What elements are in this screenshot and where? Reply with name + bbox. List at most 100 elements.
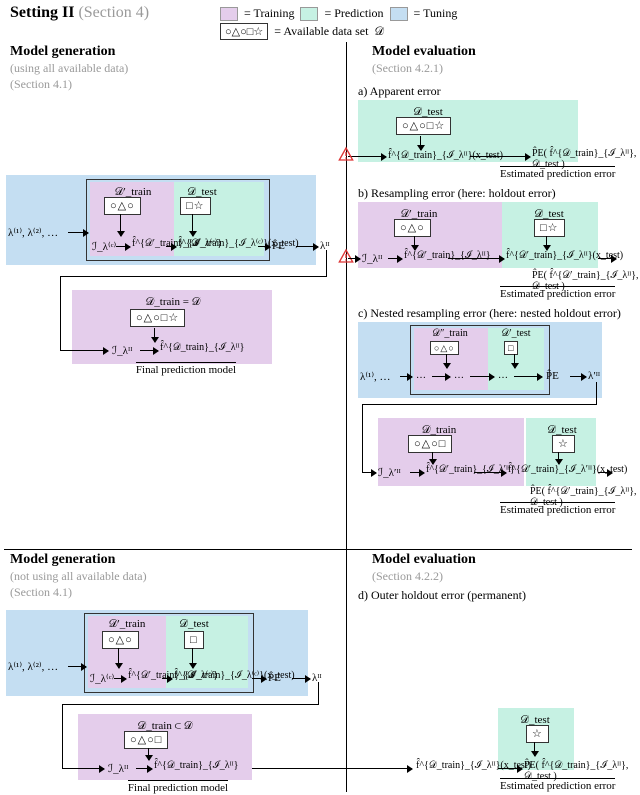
c-lower-test-shapes: ☆ xyxy=(552,436,575,451)
mgb-harr4 xyxy=(292,678,310,679)
c-dots2: … xyxy=(454,370,464,381)
final-pred-model-1: Final prediction model xyxy=(136,362,236,376)
arrow-h-mg5 xyxy=(296,246,318,247)
legend-D: 𝒟 xyxy=(374,24,384,39)
d-test-shapes: ☆ xyxy=(526,726,549,741)
c-pehat: P̂E xyxy=(546,370,559,382)
d-est: Estimated prediction error xyxy=(500,778,615,792)
mg-bot-IlII: ℐ_λᴵᴵ xyxy=(108,762,128,775)
arrow-h-mg2 xyxy=(116,246,130,247)
b-shapes2: □☆ xyxy=(534,219,565,237)
b-fhatx: f̂^{𝒟′_train}_{ℐ_λᴵᴵ}(x_test) xyxy=(506,250,623,261)
mgb-shapes3: ○△○ xyxy=(102,631,139,649)
mg-top-title: Model generation xyxy=(10,44,115,59)
b-harr1 xyxy=(388,258,402,259)
b-shapes3: ○△○ xyxy=(394,219,431,237)
c-shapes-sq: □ xyxy=(504,341,518,355)
arrow-v-mg1 xyxy=(120,214,121,236)
mgb-hook2 xyxy=(62,704,319,705)
mg-bot-dtest-shapes: □ xyxy=(184,632,204,647)
mg-bot-lambdas: λ⁽¹⁾, λ⁽²⁾, … xyxy=(8,660,58,673)
b-varr1 xyxy=(414,236,415,250)
mg-top-dtrain-eq-d: 𝒟_train = 𝒟 xyxy=(108,294,238,309)
d-fhat-x: f̂^{𝒟_train}_{ℐ_λᴵᴵ}(x_test) xyxy=(416,760,531,771)
mg-top-lambdaII: λᴵᴵ xyxy=(320,240,330,252)
mg-top-dtest-shapes: □☆ xyxy=(180,198,211,213)
c-harr7 xyxy=(474,472,506,473)
mg-top-final-label: Final prediction model xyxy=(116,362,256,377)
c-harr6 xyxy=(410,472,424,473)
mg-top-head: Model generation (using all available da… xyxy=(10,44,128,92)
mg-top-PEhat: P̂E xyxy=(272,240,285,252)
hook-lambdaII-4 xyxy=(60,350,108,351)
b-train-shapes: ○△○ xyxy=(394,220,431,235)
b-IlII: ℐ_λᴵᴵ xyxy=(362,252,382,265)
c-varr4 xyxy=(558,452,559,464)
b-harr-in xyxy=(348,258,360,259)
mg-bot-line2: (Section 4.1) xyxy=(10,585,147,600)
c-harr2 xyxy=(432,376,450,377)
mg-bot-dtrainp-shapes: ○△○ xyxy=(102,632,139,647)
c-hook1 xyxy=(596,382,597,404)
mg-top-line1: (using all available data) xyxy=(10,61,128,76)
mg-bot-line1: (not using all available data) xyxy=(10,569,147,584)
mg-top-Ilc: ℐ_λ⁽ᶜ⁾ xyxy=(92,240,116,253)
warning-icon-b xyxy=(338,248,354,264)
setting-title: Setting II (Section 4) xyxy=(10,4,149,22)
mg-bot-head: Model generation (not using all availabl… xyxy=(10,552,147,600)
mg-top-fhatII: f̂^{𝒟_train}_{ℐ_λᴵᴵ} xyxy=(160,342,244,353)
mg-bot-lambdaII: λᴵᴵ xyxy=(312,672,322,684)
c-shapes4: ○△○□ xyxy=(408,435,452,453)
c-dots3: … xyxy=(498,370,508,381)
hook-lambdaII-1 xyxy=(326,250,327,276)
c-harr1 xyxy=(400,376,412,377)
subhead-a: a) Apparent error xyxy=(358,84,441,99)
mg-top-dtrainp-shapes: ○△○ xyxy=(104,198,141,213)
hook-lambdaII-3 xyxy=(60,276,61,350)
mg-bot-dtest: 𝒟_test xyxy=(172,618,216,631)
mg-top-IlII: ℐ_λᴵᴵ xyxy=(112,344,132,357)
mgb-shapes4: ○△○□ xyxy=(124,731,168,749)
b-est: Estimated prediction error xyxy=(500,286,615,300)
c-lambda-pII: λ′ᴵᴵ xyxy=(588,370,600,382)
mg-top-lambdas: λ⁽¹⁾, λ⁽²⁾, … xyxy=(8,226,58,239)
d-star: ☆ xyxy=(526,725,549,743)
horizontal-divider xyxy=(4,549,632,550)
b-fhat: f̂^{𝒟′_train}_{ℐ_λᴵᴵ} xyxy=(404,250,491,261)
shapes-sq-st: □☆ xyxy=(180,197,211,215)
arrow-h-mg3 xyxy=(166,246,176,247)
c-varr3 xyxy=(432,452,433,464)
c-dtestp: 𝒟′_test xyxy=(494,328,538,339)
subhead-c: c) Nested resampling error (here: nested… xyxy=(358,306,621,321)
mgb-varr1 xyxy=(118,648,119,668)
c-dtrainpp: 𝒟″_train xyxy=(420,328,480,339)
d-varr xyxy=(534,742,535,756)
d-est-text: Estimated prediction error xyxy=(500,778,615,792)
setting-title-text: Setting II xyxy=(10,4,74,21)
mg-bot-title: Model generation xyxy=(10,552,115,567)
shapes5-a: ○△○□☆ xyxy=(130,309,185,327)
b-varr2 xyxy=(546,236,547,250)
legend: = Training = Prediction = Tuning ○△○□☆ =… xyxy=(220,6,632,40)
mgb-varr2 xyxy=(192,648,193,668)
c-varr2 xyxy=(514,354,515,368)
a-est: Estimated prediction error xyxy=(500,166,615,180)
mgb-harr2 xyxy=(162,678,172,679)
mg-top-line2: (Section 4.1) xyxy=(10,77,128,92)
me-bot-title: Model evaluation xyxy=(372,552,476,567)
c-harr4 xyxy=(514,376,542,377)
mgb-harr5 xyxy=(136,768,152,769)
c-IlII2: ℐ_λ′ᴵᴵ xyxy=(378,466,401,479)
mg-bot-PEhat: P̂E xyxy=(268,672,281,684)
me-top-title: Model evaluation xyxy=(372,44,476,59)
legend-train: = Training xyxy=(244,6,294,21)
legend-shapes-box: ○△○□☆ xyxy=(220,23,268,40)
c-shapes3: ○△○ xyxy=(430,341,459,355)
legend-avail-text: = Available data set xyxy=(274,24,368,39)
d-harr-out xyxy=(498,768,522,769)
subhead-b: b) Resampling error (here: holdout error… xyxy=(358,186,556,201)
c-harr5 xyxy=(570,376,586,377)
arrow-h-mg4 xyxy=(258,246,270,247)
b-harr3 xyxy=(598,258,616,259)
c-harr8 xyxy=(598,472,612,473)
